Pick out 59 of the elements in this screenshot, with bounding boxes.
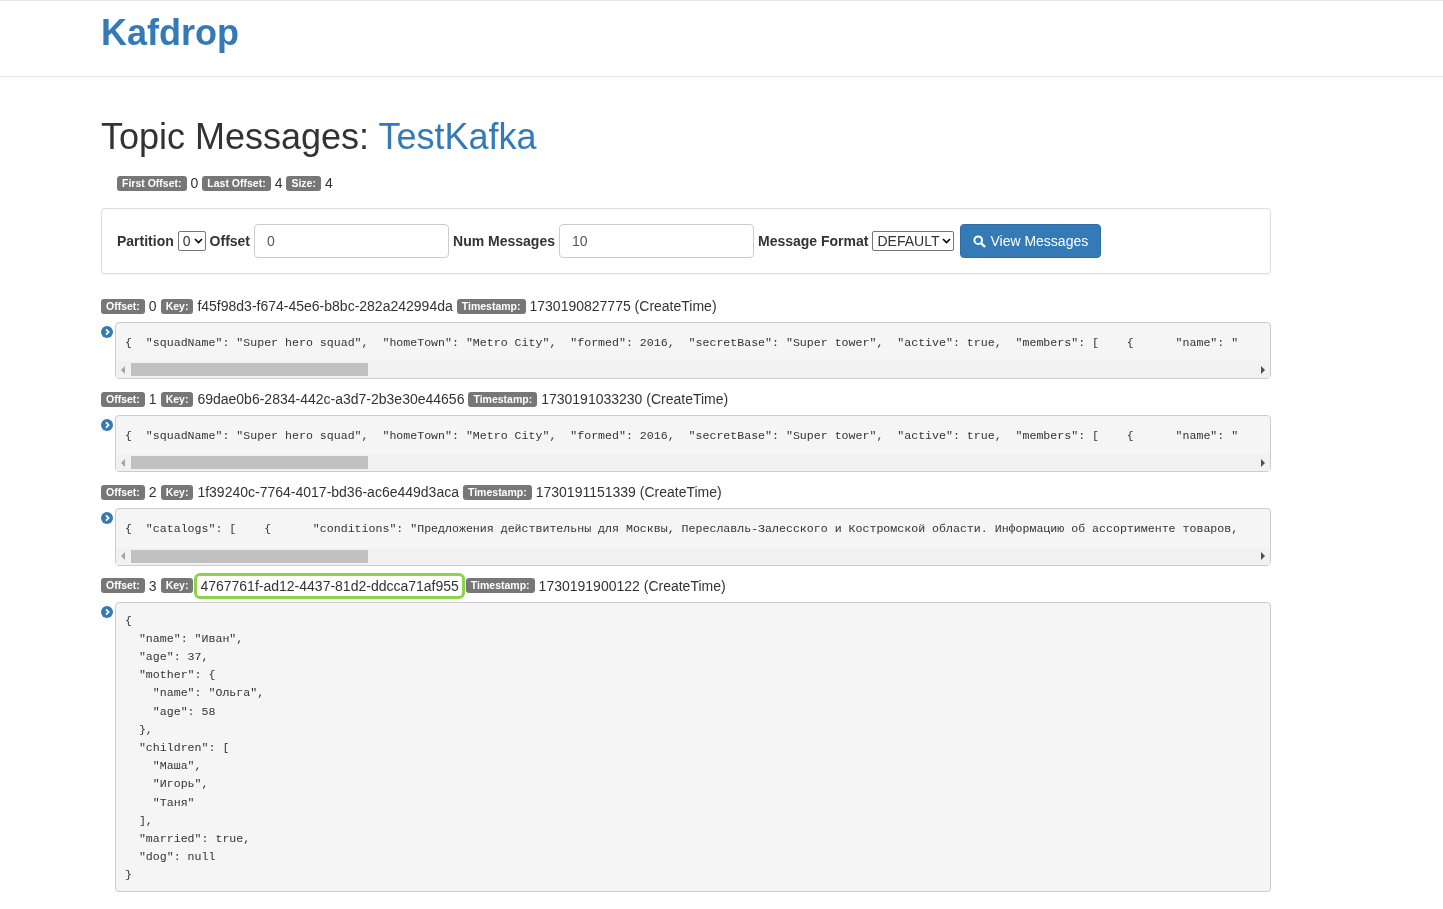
scroll-right-arrow-icon[interactable] (1260, 458, 1266, 467)
timestamp-label: Timestamp: (456, 298, 526, 314)
search-icon (973, 234, 987, 248)
partition-select[interactable]: 0 (177, 231, 206, 251)
timestamp-value: 1730190827775 (CreateTime) (529, 298, 717, 314)
horizontal-scrollbar[interactable] (116, 454, 1270, 472)
expand-icon[interactable] (101, 326, 113, 338)
expand-icon[interactable] (101, 605, 113, 618)
scroll-right-arrow-icon[interactable] (1260, 552, 1266, 561)
num-messages-label: Num Messages (453, 233, 555, 249)
message-format-select[interactable]: DEFAULT (872, 231, 955, 251)
offset-label: Offset: (101, 484, 145, 500)
stat-value: 0 (190, 175, 199, 191)
offset-value: 2 (148, 484, 157, 501)
key-value: 1f39240c-7764-4017-bd36-ac6e449d3aca (197, 484, 459, 501)
brand-logo[interactable]: Kafdrop (101, 11, 239, 54)
offset-label: Offset: (101, 298, 145, 314)
offset-value: 1 (148, 391, 157, 408)
partition-label: Partition (117, 233, 174, 249)
timestamp-label: Timestamp: (465, 578, 535, 594)
message-json: { "squadName": "Super hero squad", "homeTown": "Metro City", "formed": 2016, "secretBase": "Super tower", "active": true, "members": [ { "name": " (125, 335, 1240, 351)
timestamp-value: 1730191033230 (CreateTime) (541, 391, 729, 408)
timestamp-value: 1730191900122 (CreateTime) (538, 577, 726, 594)
horizontal-scrollbar[interactable] (116, 361, 1270, 379)
key-label: Key: (160, 578, 194, 594)
stat-label: Size: (286, 175, 321, 191)
topic-link[interactable]: TestKafka (378, 116, 537, 157)
message-json: { "name": "Иван", "age": 37, "mother": { "name": "Ольга", "age": 58 }, "children": [ "Маша", "Игорь", "Таня" ], "married": true, "dog": null } (125, 612, 266, 884)
caret-icon (193, 238, 203, 244)
offset-label: Offset (209, 233, 251, 249)
offset-label: Offset: (101, 391, 145, 407)
offset-label: Offset: (101, 578, 145, 594)
key-value: 4767761f-ad12-4437-81d2-ddcca71af955 (197, 575, 462, 596)
timestamp-label: Timestamp: (468, 391, 538, 407)
key-label: Key: (160, 298, 194, 314)
stat-value: 4 (274, 175, 283, 191)
view-messages-button[interactable]: View Messages (960, 224, 1102, 258)
caret-icon (942, 238, 952, 244)
num-messages-field[interactable]: 10 (558, 224, 754, 258)
timestamp-value: 1730191151339 (CreateTime) (535, 484, 722, 501)
message-format-label: Message Format (757, 233, 869, 249)
offset-field[interactable]: 0 (254, 224, 450, 258)
expand-icon[interactable] (101, 419, 113, 432)
stat-label: Last Offset: (202, 175, 271, 191)
key-value: 69dae0b6-2834-442c-a3d7-2b3e30e44656 (197, 391, 465, 408)
stat-value: 4 (324, 175, 333, 191)
message-json: { "catalogs": [ { "conditions": "Предложения действительны для Москвы, Переславль-Залесского и Костромской области. Информацию об ассортименте товаров, (125, 521, 1240, 538)
key-label: Key: (160, 484, 194, 500)
message-json: { "squadName": "Super hero squad", "homeTown": "Metro City", "formed": 2016, "secretBase": "Super tower", "active": true, "members": [ { "name": " (125, 428, 1240, 445)
scroll-right-arrow-icon[interactable] (1260, 365, 1266, 374)
key-label: Key: (160, 391, 194, 407)
page-title: Topic Messages: TestKafka (101, 115, 538, 159)
timestamp-label: Timestamp: (462, 484, 532, 500)
stat-label: First Offset: (117, 175, 187, 191)
offset-value: 3 (148, 577, 157, 594)
horizontal-scrollbar[interactable] (116, 547, 1270, 565)
offset-value: 0 (148, 298, 157, 314)
key-value: f45f98d3-f674-45e6-b8bc-282a242994da (197, 298, 453, 314)
expand-icon[interactable] (101, 512, 113, 525)
